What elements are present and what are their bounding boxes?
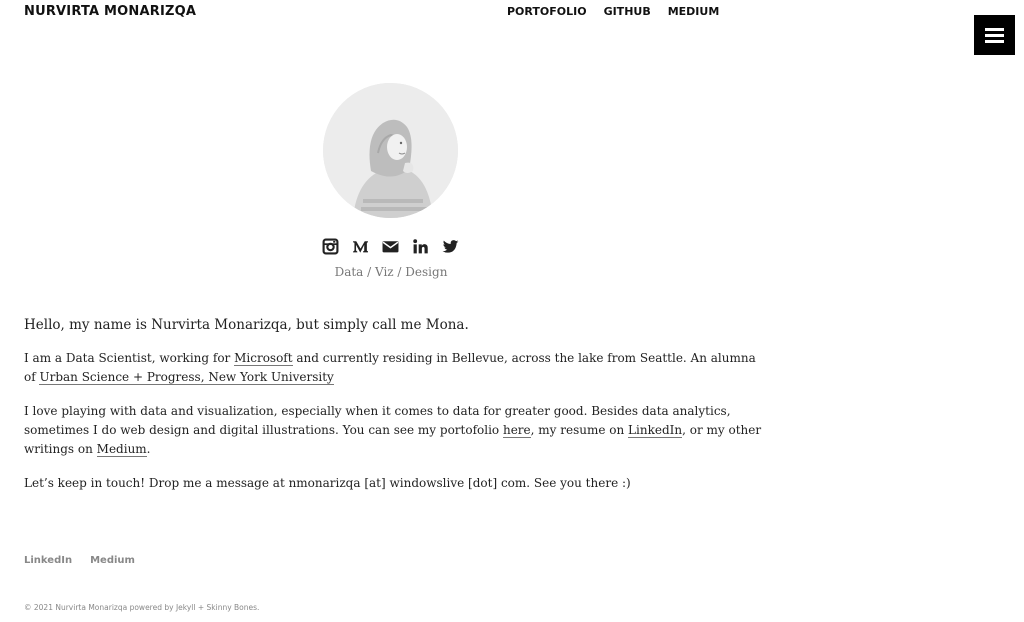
nav-medium[interactable]: MEDIUM: [668, 5, 720, 18]
hamburger-icon: [985, 27, 1004, 31]
intro-text: Hello, my name is Nurvirta Monarizqa, bu…: [24, 317, 469, 333]
medium-icon[interactable]: [352, 238, 369, 255]
portofolio-here-link[interactable]: here: [502, 423, 531, 438]
footer-medium-link[interactable]: Medium: [90, 555, 135, 566]
interests-text-2: , my resume on: [530, 423, 629, 437]
avatar: [323, 83, 458, 218]
menu-button[interactable]: [974, 15, 1015, 55]
microsoft-link[interactable]: Microsoft: [234, 351, 293, 366]
work-paragraph: I am a Data Scientist, working for Micro…: [24, 349, 764, 387]
interests-paragraph: I love playing with data and visualizati…: [24, 402, 764, 459]
hamburger-icon-bar: [985, 33, 1004, 37]
social-links: [322, 238, 459, 255]
nav-portofolio[interactable]: PORTOFOLIO: [507, 5, 587, 18]
copyright-text: © 2021 Nurvirta Monarizqa powered by Jek…: [24, 603, 260, 612]
medium-link[interactable]: Medium: [96, 442, 147, 457]
profile-photo: [323, 83, 458, 218]
footer-links: LinkedIn Medium: [24, 555, 135, 566]
about-content: Hello, my name is Nurvirta Monarizqa, bu…: [24, 316, 764, 508]
work-text-1: I am a Data Scientist, working for: [24, 351, 235, 365]
linkedin-link[interactable]: LinkedIn: [628, 423, 683, 438]
twitter-icon[interactable]: [442, 238, 459, 255]
contact-paragraph: Let’s keep in touch! Drop me a message a…: [24, 476, 631, 490]
instagram-icon[interactable]: [322, 238, 339, 255]
interests-text-4: .: [146, 442, 151, 456]
top-navigation: PORTOFOLIO GITHUB MEDIUM: [507, 5, 719, 18]
footer-linkedin-link[interactable]: LinkedIn: [24, 555, 72, 566]
school-link[interactable]: Urban Science + Progress, New York Unive…: [39, 370, 334, 385]
site-title[interactable]: NURVIRTA MONARIZQA: [24, 4, 196, 19]
email-icon[interactable]: [382, 238, 399, 255]
hamburger-icon-bar: [985, 39, 1004, 43]
tagline: Data / Viz / Design: [334, 265, 448, 279]
nav-github[interactable]: GITHUB: [604, 5, 651, 18]
linkedin-icon[interactable]: [412, 238, 429, 255]
